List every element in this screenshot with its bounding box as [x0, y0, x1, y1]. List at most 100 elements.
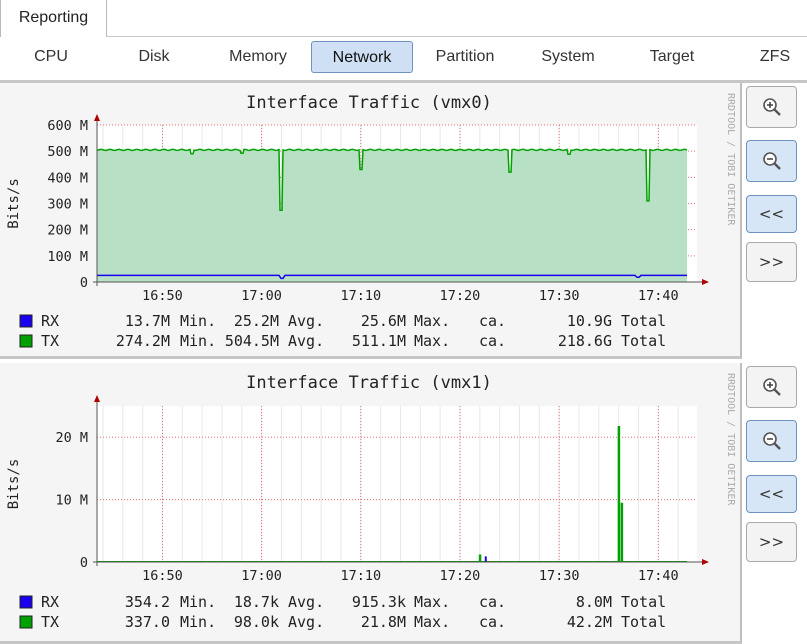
- legend-max: 915.3k: [352, 593, 406, 611]
- y-tick-label: 0: [80, 275, 88, 291]
- legend-avg: 25.2M: [234, 312, 279, 330]
- legend-min-word: Min.: [180, 613, 216, 631]
- chart-vmx1: Interface Traffic (vmx1) Bits/s RRDTOOL / …: [6, 373, 736, 631]
- rx-spike: [484, 556, 487, 562]
- legend-total: 10.9G: [567, 312, 612, 330]
- zoom-in-icon: [762, 378, 781, 396]
- y-axis-label: Bits/s: [6, 459, 22, 510]
- y-tick-label: 100 M: [47, 249, 88, 265]
- legend-avg: 98.0k: [234, 613, 279, 631]
- legend-ca: ca.: [479, 312, 506, 330]
- legend-swatch: [19, 595, 33, 609]
- legend-avg: 18.7k: [234, 593, 279, 611]
- legend-swatch: [19, 314, 33, 328]
- legend-total: 42.2M: [567, 613, 612, 631]
- legend-max-word: Max.: [414, 593, 450, 611]
- y-tick-label: 300 M: [47, 197, 88, 213]
- zoom-out-button-vmx0[interactable]: [746, 140, 797, 182]
- y-tick-label: 400 M: [47, 170, 88, 186]
- legend-total-word: Total: [621, 312, 666, 330]
- zoom-in-button-vmx0[interactable]: [746, 86, 797, 128]
- subnav-cpu[interactable]: CPU: [0, 41, 102, 73]
- legend-name: TX: [41, 613, 59, 631]
- legend-ca: ca.: [479, 332, 506, 350]
- legend-name: TX: [41, 332, 59, 350]
- x-tick-label: 16:50: [142, 568, 183, 584]
- next-period-button-vmx1[interactable]: >>: [746, 522, 797, 562]
- tx-spike: [478, 554, 482, 562]
- subnav-zfs[interactable]: ZFS: [724, 41, 807, 73]
- x-tick-label: 17:40: [638, 568, 679, 584]
- legend-max-word: Max.: [414, 312, 450, 330]
- x-tick-label: 17:00: [241, 568, 282, 584]
- zoom-out-icon: [762, 152, 781, 170]
- legend-total-word: Total: [621, 593, 666, 611]
- legend-name: RX: [41, 312, 59, 330]
- legend-min: 274.2M: [116, 332, 170, 350]
- legend-total: 8.0M: [576, 593, 612, 611]
- x-axis-arrow: [702, 559, 709, 565]
- tab-reporting[interactable]: Reporting: [0, 0, 107, 37]
- tx-area: [97, 149, 687, 282]
- plot-area: [97, 406, 697, 562]
- legend-swatch: [19, 615, 33, 629]
- legend-min-word: Min.: [180, 312, 216, 330]
- tx-spike: [617, 425, 621, 562]
- legend-ca: ca.: [479, 613, 506, 631]
- y-tick-label: 200 M: [47, 223, 88, 239]
- x-tick-label: 17:40: [638, 288, 679, 304]
- zoom-out-icon: [762, 432, 781, 450]
- legend-max: 25.6M: [361, 312, 406, 330]
- legend-max-word: Max.: [414, 613, 450, 631]
- x-tick-label: 17:30: [539, 288, 580, 304]
- zoom-in-button-vmx1[interactable]: [746, 366, 797, 408]
- y-tick-label: 500 M: [47, 144, 88, 160]
- zoom-out-button-vmx1[interactable]: [746, 420, 797, 462]
- legend-avg: 504.5M: [225, 332, 279, 350]
- y-axis-label: Bits/s: [6, 178, 22, 229]
- tx-spike: [620, 502, 624, 562]
- chart-vmx0: Interface Traffic (vmx0) Bits/s RRDTOOL / …: [6, 93, 736, 350]
- chart-title: Interface Traffic (vmx0): [246, 93, 492, 113]
- subnav-system[interactable]: System: [517, 41, 619, 73]
- y-axis-arrow: [94, 395, 100, 402]
- legend-total-word: Total: [621, 332, 666, 350]
- chart-title: Interface Traffic (vmx1): [246, 373, 492, 393]
- zoom-in-icon: [762, 98, 781, 116]
- prev-period-button-vmx1[interactable]: <<: [746, 475, 797, 513]
- legend-swatch: [19, 334, 33, 348]
- x-axis-arrow: [702, 279, 709, 285]
- x-tick-label: 17:30: [539, 568, 580, 584]
- y-tick-label: 10 M: [55, 493, 88, 509]
- x-tick-label: 17:00: [241, 288, 282, 304]
- legend-min: 13.7M: [125, 312, 170, 330]
- legend-total-word: Total: [621, 613, 666, 631]
- rrdtool-watermark: RRDTOOL / TOBI OETIKER: [725, 373, 736, 506]
- y-tick-label: 0: [80, 555, 88, 571]
- subnav-memory[interactable]: Memory: [207, 41, 309, 73]
- legend-max-word: Max.: [414, 332, 450, 350]
- legend-min: 337.0: [125, 613, 170, 631]
- prev-period-button-vmx0[interactable]: <<: [746, 195, 797, 233]
- legend-avg-word: Avg.: [288, 312, 324, 330]
- y-tick-label: 600 M: [47, 118, 88, 134]
- x-tick-label: 17:10: [340, 568, 381, 584]
- rrdtool-watermark: RRDTOOL / TOBI OETIKER: [725, 93, 736, 226]
- subnav-network[interactable]: Network: [311, 41, 413, 73]
- legend-min-word: Min.: [180, 593, 216, 611]
- subnav-partition[interactable]: Partition: [414, 41, 516, 73]
- next-period-button-vmx0[interactable]: >>: [746, 242, 797, 282]
- legend-avg-word: Avg.: [288, 613, 324, 631]
- legend-name: RX: [41, 593, 59, 611]
- y-tick-label: 20 M: [55, 430, 88, 446]
- legend-total: 218.6G: [558, 332, 612, 350]
- subnav-target[interactable]: Target: [621, 41, 723, 73]
- tab-divider: [107, 36, 807, 37]
- legend-avg-word: Avg.: [288, 332, 324, 350]
- x-tick-label: 17:20: [440, 568, 481, 584]
- graph-panel-vmx1: Interface Traffic (vmx1) Bits/s RRDTOOL / …: [0, 363, 742, 644]
- x-tick-label: 17:20: [440, 288, 481, 304]
- legend-min: 354.2: [125, 593, 170, 611]
- subnav-disk[interactable]: Disk: [103, 41, 205, 73]
- graph-panel-vmx0: Interface Traffic (vmx0) Bits/s RRDTOOL / …: [0, 83, 742, 359]
